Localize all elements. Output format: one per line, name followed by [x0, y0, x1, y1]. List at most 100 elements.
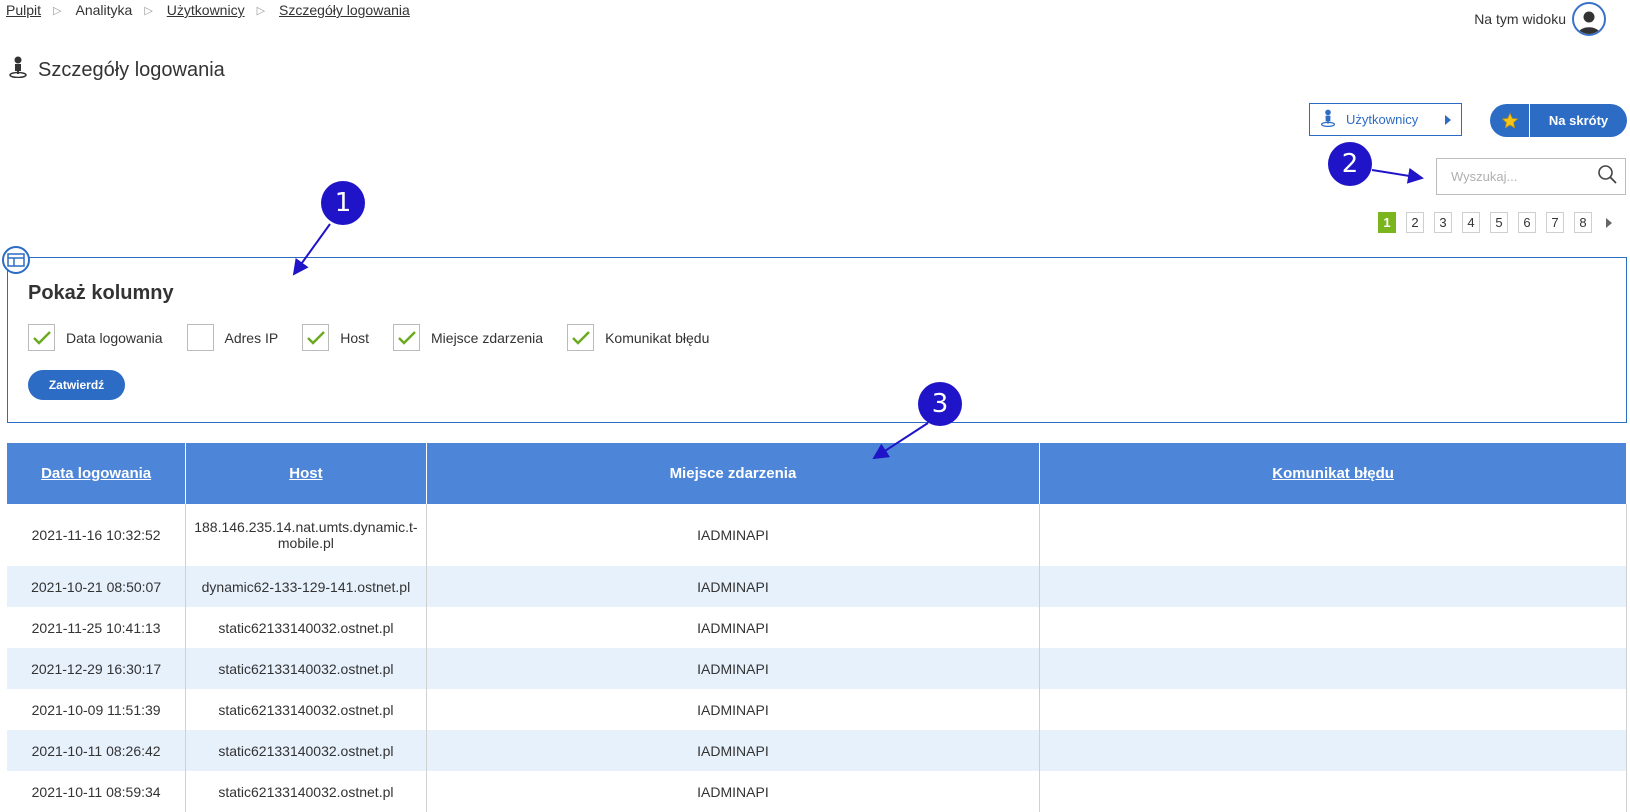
page-6-button[interactable]: 6 — [1518, 212, 1536, 233]
cell-place: IADMINAPI — [426, 730, 1041, 771]
breadcrumb-separator-icon: ▷ — [144, 4, 153, 17]
page-4-button[interactable]: 4 — [1462, 212, 1480, 233]
star-icon — [1490, 104, 1530, 137]
cell-date: 2021-10-21 08:50:07 — [7, 566, 187, 607]
user-pin-icon — [1320, 108, 1336, 131]
cell-place: IADMINAPI — [426, 566, 1041, 607]
column-option-adres-ip[interactable]: Adres IP — [186, 324, 279, 351]
cell-error — [1039, 566, 1627, 607]
table-row: 2021-10-09 11:51:39 static62133140032.os… — [7, 689, 1627, 730]
column-option-label: Host — [340, 329, 370, 346]
checkbox-checked[interactable] — [567, 324, 595, 351]
breadcrumb-separator-icon: ▷ — [53, 4, 62, 17]
user-avatar-icon[interactable] — [1572, 2, 1606, 36]
cell-host: static62133140032.ostnet.pl — [185, 689, 427, 730]
breadcrumb-pulpit[interactable]: Pulpit — [6, 2, 41, 18]
breadcrumb: Pulpit ▷ Analityka ▷ Użytkownicy ▷ Szcze… — [6, 2, 410, 18]
checkbox-checked[interactable] — [393, 324, 421, 351]
cell-place: IADMINAPI — [426, 607, 1041, 648]
annotation-callout-2: 2 — [1328, 142, 1372, 186]
column-option-komunikat-bledu[interactable]: Komunikat błędu — [567, 324, 709, 351]
page-7-button[interactable]: 7 — [1546, 212, 1564, 233]
caret-right-icon — [1445, 114, 1451, 125]
cell-error — [1039, 504, 1627, 566]
cell-error — [1039, 689, 1627, 730]
breadcrumb-analityka: Analityka — [75, 2, 133, 18]
table-row: 2021-10-11 08:59:34 static62133140032.os… — [7, 771, 1627, 812]
cell-date: 2021-11-25 10:41:13 — [7, 607, 187, 648]
users-button-label: Użytkownicy — [1346, 112, 1419, 127]
sort-komunikat-bledu-link[interactable]: Komunikat błędu — [1272, 465, 1394, 482]
search-icon[interactable] — [1597, 164, 1617, 189]
page-title-text: Szczegóły logowania — [38, 58, 225, 81]
header-data-logowania[interactable]: Data logowania — [7, 443, 187, 504]
checkbox-unchecked[interactable] — [186, 324, 214, 351]
view-mode[interactable]: Na tym widoku — [1474, 2, 1606, 36]
sort-data-logowania-link[interactable]: Data logowania — [41, 465, 151, 482]
login-details-table: Data logowania Host Miejsce zdarzenia Ko… — [7, 443, 1627, 812]
table-row: 2021-10-21 08:50:07 dynamic62-133-129-14… — [7, 566, 1627, 607]
annotation-callout-3: 3 — [918, 382, 962, 426]
cell-host: static62133140032.ostnet.pl — [185, 648, 427, 689]
cell-date: 2021-10-11 08:26:42 — [7, 730, 187, 771]
column-option-label: Adres IP — [224, 329, 279, 346]
cell-date: 2021-12-29 16:30:17 — [7, 648, 187, 689]
annotation-arrow-2 — [1371, 167, 1424, 184]
breadcrumb-szczegoly-logowania[interactable]: Szczegóły logowania — [279, 2, 410, 18]
search-box — [1436, 158, 1626, 195]
cell-host: static62133140032.ostnet.pl — [185, 607, 427, 648]
cell-place: IADMINAPI — [426, 504, 1041, 566]
cell-host: dynamic62-133-129-141.ostnet.pl — [185, 566, 427, 607]
cell-date: 2021-11-16 10:32:52 — [7, 504, 187, 566]
next-page-icon[interactable] — [1606, 217, 1612, 228]
page-3-button[interactable]: 3 — [1434, 212, 1452, 233]
page-title: Szczegóły logowania — [8, 56, 225, 84]
column-option-host[interactable]: Host — [302, 324, 369, 351]
submit-columns-button[interactable]: Zatwierdź — [28, 370, 125, 400]
cell-date: 2021-10-11 08:59:34 — [7, 771, 187, 812]
shortcuts-button-label: Na skróty — [1548, 113, 1609, 128]
cell-host: static62133140032.ostnet.pl — [185, 730, 427, 771]
shortcuts-button[interactable]: Na skróty — [1490, 104, 1627, 137]
search-input[interactable] — [1451, 169, 1591, 184]
cell-place: IADMINAPI — [426, 648, 1041, 689]
table-row: 2021-10-11 08:26:42 static62133140032.os… — [7, 730, 1627, 771]
annotation-callout-1: 1 — [321, 181, 365, 225]
breadcrumb-separator-icon: ▷ — [256, 4, 266, 17]
cell-host: static62133140032.ostnet.pl — [185, 771, 427, 812]
sort-host-link[interactable]: Host — [289, 465, 322, 482]
view-mode-label: Na tym widoku — [1474, 11, 1566, 27]
checkbox-checked[interactable] — [302, 324, 330, 351]
show-columns-panel: Pokaż kolumny Data logowania Adres IP Ho… — [2, 246, 1627, 423]
users-button[interactable]: Użytkownicy — [1309, 103, 1462, 136]
cell-error — [1039, 607, 1627, 648]
cell-host: 188.146.235.14.nat.umts.dynamic.t-mobile… — [185, 504, 427, 566]
column-option-label: Miejsce zdarzenia — [431, 329, 544, 346]
cell-date: 2021-10-09 11:51:39 — [7, 689, 187, 730]
cell-place: IADMINAPI — [426, 771, 1041, 812]
table-header-row: Data logowania Host Miejsce zdarzenia Ko… — [7, 443, 1627, 504]
table-row: 2021-11-25 10:41:13 static62133140032.os… — [7, 607, 1627, 648]
table-columns-icon[interactable] — [2, 246, 30, 274]
column-option-label: Komunikat błędu — [605, 329, 710, 346]
page-8-button[interactable]: 8 — [1574, 212, 1592, 233]
column-option-data-logowania[interactable]: Data logowania — [28, 324, 163, 351]
cell-place: IADMINAPI — [426, 689, 1041, 730]
checkbox-checked[interactable] — [28, 324, 55, 351]
page-1-button[interactable]: 1 — [1378, 212, 1396, 233]
show-columns-title: Pokaż kolumny — [28, 282, 174, 304]
header-komunikat-bledu[interactable]: Komunikat błędu — [1039, 443, 1627, 504]
table-row: 2021-12-29 16:30:17 static62133140032.os… — [7, 648, 1627, 689]
column-option-miejsce-zdarzenia[interactable]: Miejsce zdarzenia — [393, 324, 543, 351]
breadcrumb-uzytkownicy[interactable]: Użytkownicy — [167, 2, 245, 18]
pagination: 1 2 3 4 5 6 7 8 — [1378, 212, 1612, 233]
cell-error — [1039, 730, 1627, 771]
cell-error — [1039, 771, 1627, 812]
page-5-button[interactable]: 5 — [1490, 212, 1508, 233]
table-row: 2021-11-16 10:32:52 188.146.235.14.nat.u… — [7, 504, 1627, 566]
header-miejsce-zdarzenia: Miejsce zdarzenia — [426, 443, 1041, 504]
user-pin-icon — [8, 56, 28, 84]
header-host[interactable]: Host — [185, 443, 427, 504]
page-2-button[interactable]: 2 — [1406, 212, 1424, 233]
column-checkboxes: Data logowania Adres IP Host Miejsce zda… — [28, 324, 733, 351]
